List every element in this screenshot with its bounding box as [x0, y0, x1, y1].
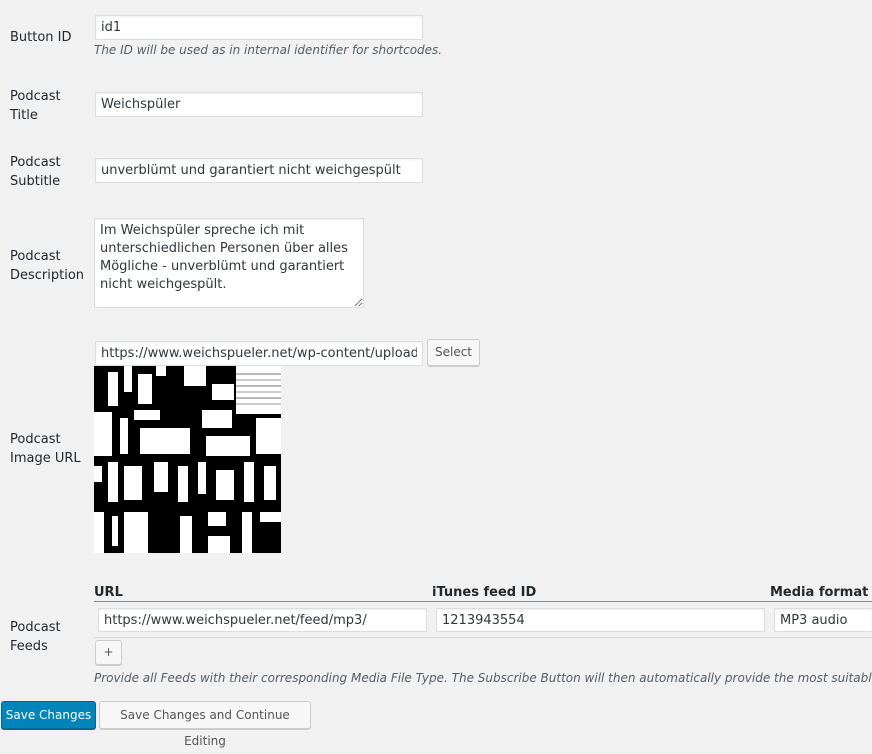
feed-url-input[interactable]: [98, 608, 427, 632]
feeds-row-divider: [94, 637, 872, 638]
button-id-description: The ID will be used as in internal ident…: [94, 43, 443, 57]
podcast-image-url-input[interactable]: [95, 341, 423, 366]
podcast-title-label-line2: Title: [10, 108, 38, 123]
select-image-button[interactable]: Select: [427, 339, 480, 366]
podcast-feeds-label-line1: Podcast: [10, 620, 61, 635]
table-row: [94, 602, 872, 637]
add-feed-button[interactable]: +: [95, 640, 122, 665]
podcast-subtitle-label-line2: Subtitle: [10, 174, 61, 189]
button-id-label: Button ID: [10, 30, 72, 45]
podcast-description-textarea[interactable]: Im Weichspüler spreche ich mit unterschi…: [94, 218, 364, 308]
podcast-feeds-label: Podcast Feeds: [10, 618, 88, 656]
podcast-feeds-label-line2: Feeds: [10, 639, 48, 654]
podcast-image-label-line1: Podcast: [10, 432, 61, 447]
podcast-title-label-line1: Podcast: [10, 89, 61, 104]
feeds-column-media-format: Media format: [770, 585, 869, 600]
podcast-logo-texture: [94, 366, 281, 553]
podcast-description-label-line2: Description: [10, 268, 85, 283]
podcast-feeds-description: Provide all Feeds with their correspondi…: [94, 671, 872, 685]
podcast-image-label: Podcast Image URL: [10, 430, 88, 468]
podcast-description-label-line1: Podcast: [10, 249, 61, 264]
feed-itunes-id-input[interactable]: [436, 608, 765, 632]
button-id-input[interactable]: [95, 15, 423, 40]
podcast-subtitle-input[interactable]: [95, 158, 423, 183]
podcast-description-label: Podcast Description: [10, 247, 88, 285]
podcast-logo-image: [94, 366, 281, 553]
save-changes-button[interactable]: Save Changes: [1, 701, 96, 729]
podcast-subtitle-label: Podcast Subtitle: [10, 153, 88, 191]
podcast-image-label-line2: Image URL: [10, 451, 81, 466]
podcast-subtitle-label-line1: Podcast: [10, 155, 61, 170]
feeds-column-url: URL: [94, 585, 123, 600]
podcast-title-input[interactable]: [95, 92, 423, 117]
feeds-column-itunes-id: iTunes feed ID: [432, 585, 537, 600]
feed-media-format-select[interactable]: [774, 608, 872, 632]
save-continue-button[interactable]: Save Changes and Continue Editing: [99, 701, 311, 748]
podcast-title-label: Podcast Title: [10, 87, 88, 125]
